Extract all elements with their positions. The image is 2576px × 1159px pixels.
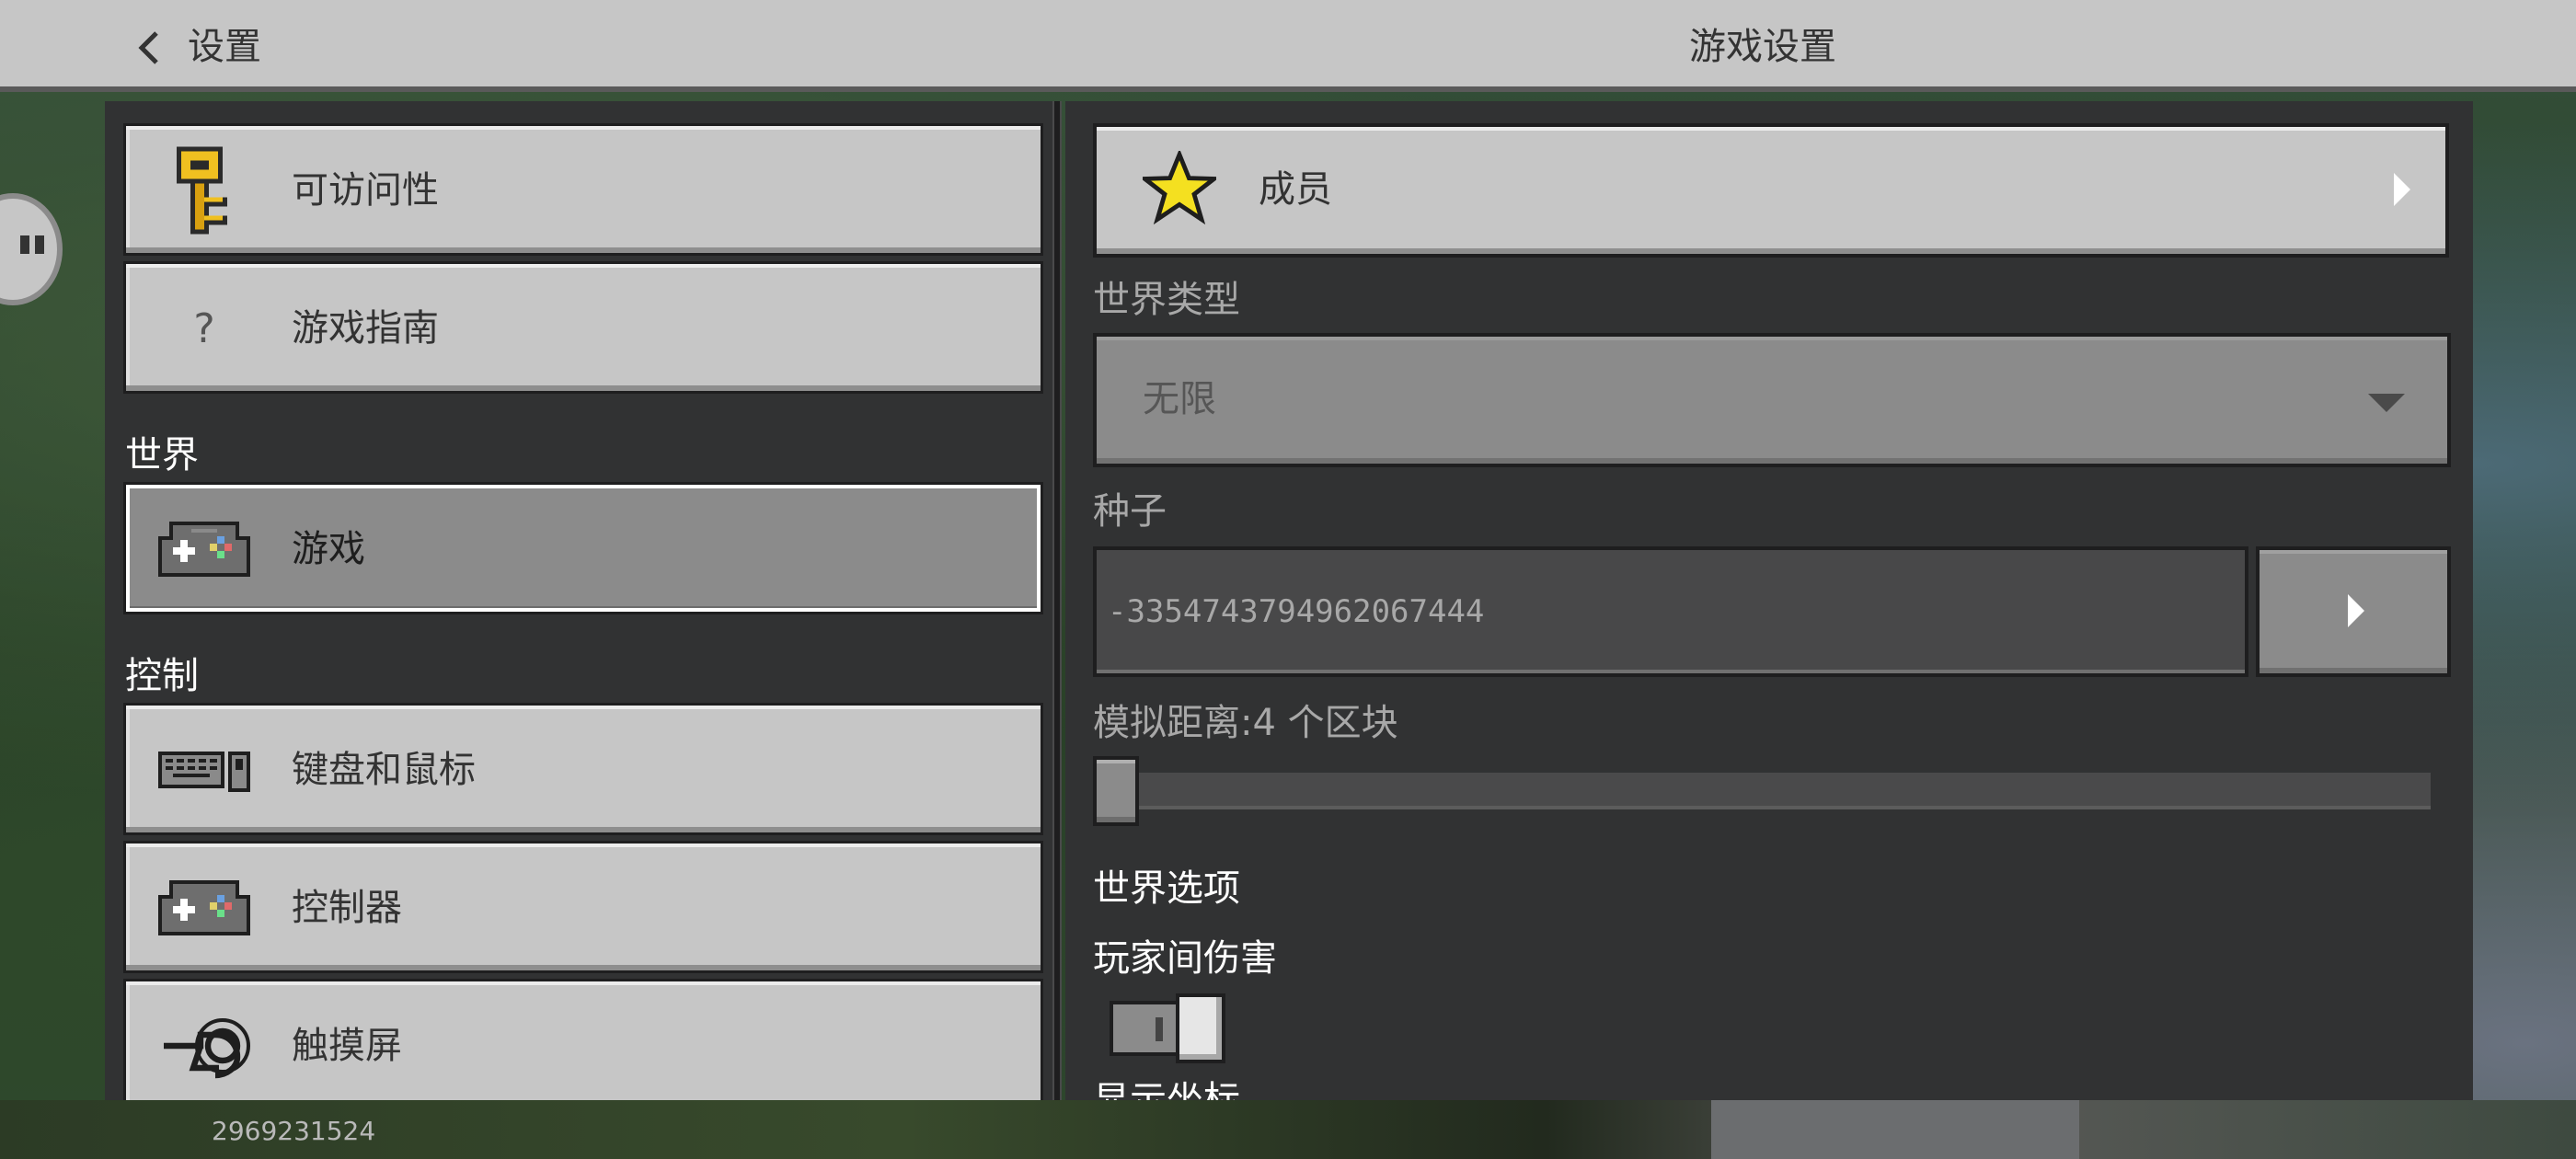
panel-divider xyxy=(1052,101,1062,1100)
chevron-right-icon xyxy=(2394,173,2410,206)
back-button[interactable]: 设置 xyxy=(188,22,261,72)
nav-item-label: 游戏 xyxy=(292,528,365,570)
toggle-knob xyxy=(1176,993,1225,1063)
nav-item-controller[interactable]: 控制器 xyxy=(123,841,1043,973)
members-label: 成员 xyxy=(1259,168,1332,211)
background-ground xyxy=(0,1100,2576,1159)
build-version: 2969231524 xyxy=(212,1116,376,1146)
members-button[interactable]: 成员 xyxy=(1093,123,2449,258)
chevron-left-icon[interactable] xyxy=(132,28,166,68)
settings-nav-panel: 可访问性 ? 游戏指南 世界 游戏 控制 键盘和鼠标 控制器 触摸屏 xyxy=(105,101,1052,1100)
slider-handle[interactable] xyxy=(1093,756,1139,826)
nav-item-accessibility[interactable]: 可访问性 xyxy=(123,123,1043,256)
page-title: 游戏设置 xyxy=(1689,26,1836,68)
show-coordinates-label: 显示坐标 xyxy=(1093,1079,1240,1100)
seed-input[interactable]: -3354743794962067444 xyxy=(1093,546,2248,677)
keyboard-mouse-icon xyxy=(154,726,255,814)
world-type-label: 世界类型 xyxy=(1093,279,1240,321)
pvp-label: 玩家间伤害 xyxy=(1093,937,1277,980)
gamepad-icon xyxy=(154,505,255,593)
nav-item-label: 控制器 xyxy=(292,887,402,929)
game-settings-panel: 成员 世界类型 无限 种子 -3354743794962067444 模拟距离:… xyxy=(1065,101,2473,1100)
section-controls: 控制 xyxy=(125,655,199,697)
pvp-toggle[interactable] xyxy=(1110,993,1225,1063)
world-type-dropdown[interactable]: 无限 xyxy=(1093,333,2451,467)
chevron-down-icon xyxy=(2368,394,2405,412)
world-type-value: 无限 xyxy=(1143,378,1216,420)
header-bar: 设置 游戏设置 xyxy=(0,0,2576,92)
seed-options-button[interactable] xyxy=(2256,546,2451,677)
simulation-distance-slider[interactable] xyxy=(1110,773,2431,809)
background-tree xyxy=(1711,1100,2079,1159)
gamepad-icon xyxy=(154,864,255,952)
nav-item-label: 游戏指南 xyxy=(292,307,439,350)
section-world: 世界 xyxy=(125,434,199,476)
question-icon: ? xyxy=(193,304,215,352)
nav-item-label: 可访问性 xyxy=(292,169,439,212)
nav-item-keyboard-mouse[interactable]: 键盘和鼠标 xyxy=(123,703,1043,835)
simulation-distance-label: 模拟距离:4 个区块 xyxy=(1093,702,1398,744)
nav-item-game[interactable]: 游戏 xyxy=(123,482,1043,614)
nav-item-label: 触摸屏 xyxy=(292,1025,402,1067)
nav-item-label: 键盘和鼠标 xyxy=(292,749,476,791)
nav-item-touch-screen[interactable]: 触摸屏 xyxy=(123,979,1043,1100)
star-icon xyxy=(1138,148,1221,228)
key-icon xyxy=(154,146,255,235)
nav-item-game-guide[interactable]: ? 游戏指南 xyxy=(123,261,1043,394)
seed-label: 种子 xyxy=(1093,490,1167,533)
world-options-heading: 世界选项 xyxy=(1093,867,1240,910)
touch-hand-icon xyxy=(154,1002,255,1090)
chevron-right-icon xyxy=(2348,594,2364,627)
